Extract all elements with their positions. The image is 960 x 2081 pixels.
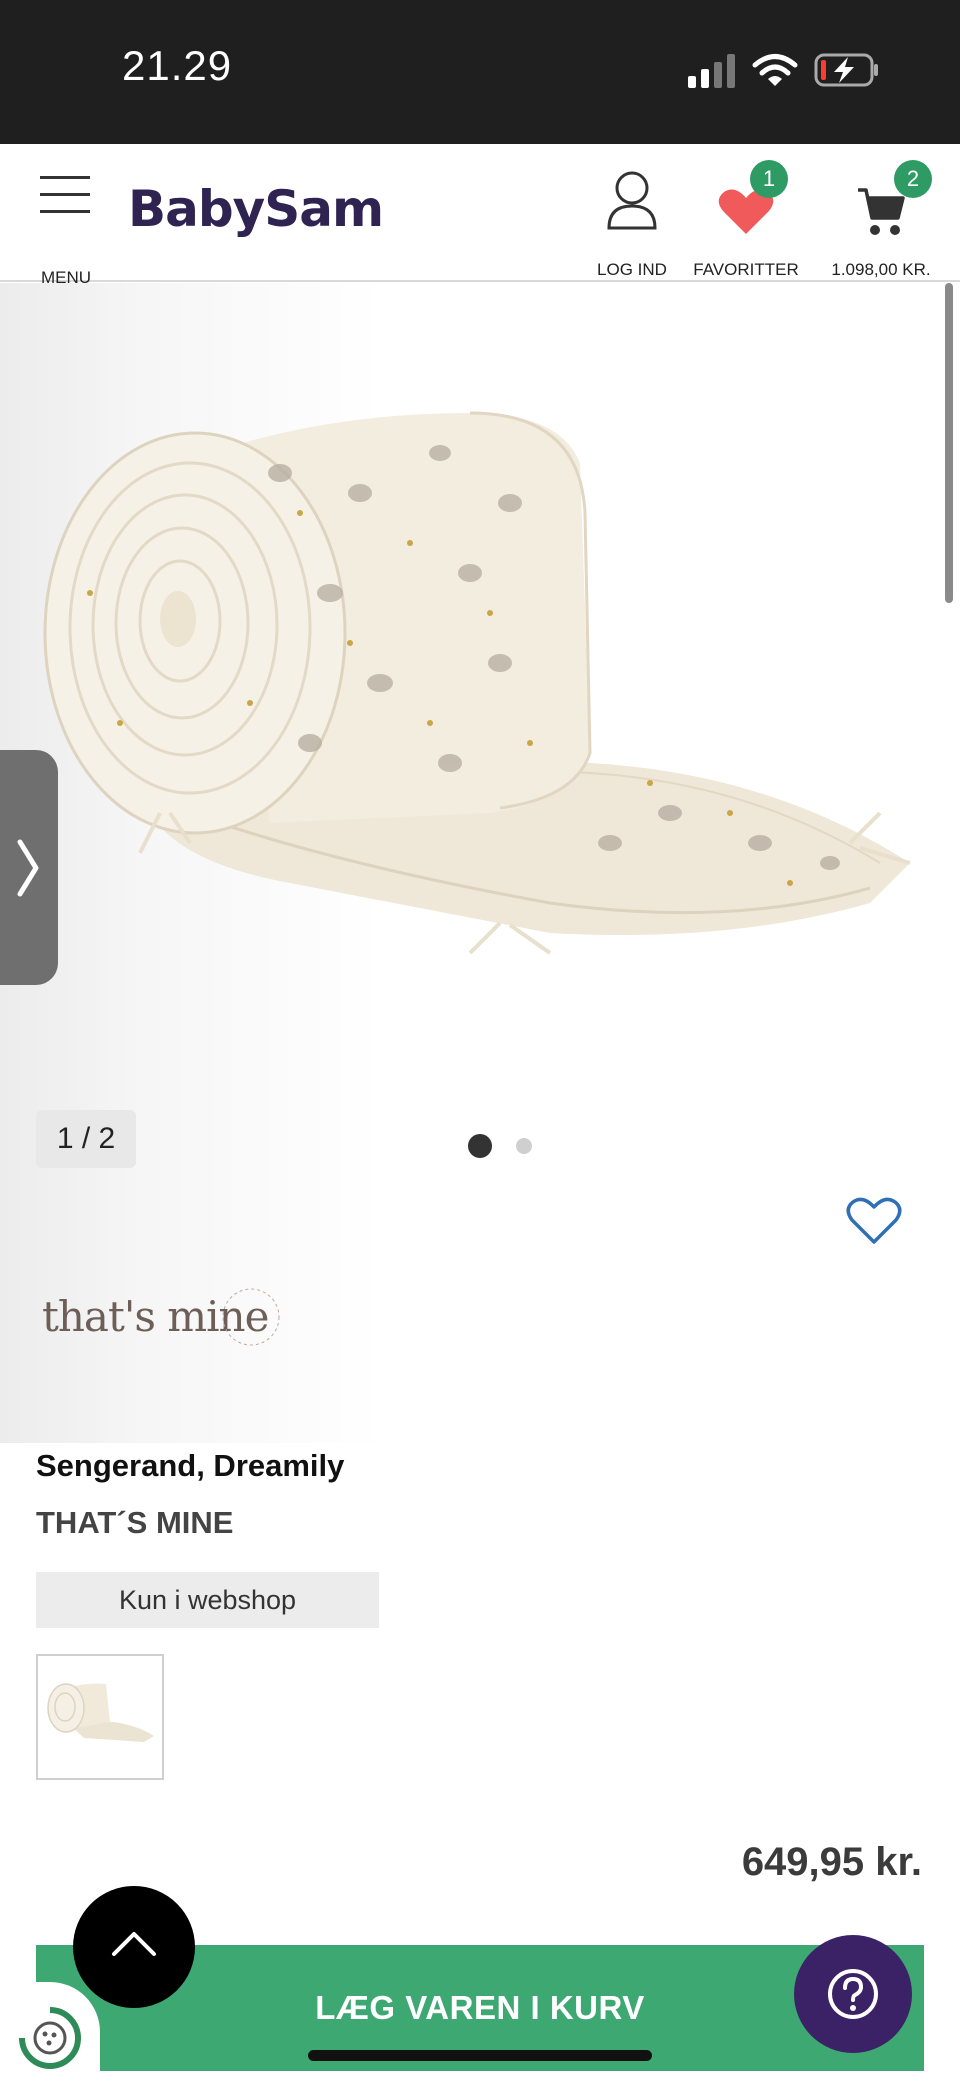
thumbnail-image <box>47 1683 154 1742</box>
favorites-button[interactable]: 1 FAVORITTER <box>688 160 804 279</box>
gallery-dot-1[interactable] <box>468 1134 492 1158</box>
eco-badge[interactable] <box>0 1982 100 2081</box>
product-brand[interactable]: THAT´S MINE <box>36 1505 233 1541</box>
chevron-up-icon <box>112 1932 156 1956</box>
availability-badge: Kun i webshop <box>36 1572 379 1628</box>
favorites-count-badge: 1 <box>750 160 788 198</box>
scroll-to-top-button[interactable] <box>73 1886 195 2008</box>
status-bar: 21.29 <box>0 0 960 144</box>
question-icon <box>828 1969 878 2019</box>
site-header: MENU BabySam LOG IND 1 FAVORITTER 2 1.09… <box>0 144 960 287</box>
product-thumbnail[interactable] <box>36 1654 164 1780</box>
hamburger-icon <box>40 176 90 213</box>
chevron-right-icon <box>17 839 39 897</box>
brand-logo[interactable]: that's mine <box>38 1276 288 1366</box>
product-price: 649,95 kr. <box>741 1840 922 1884</box>
favorites-label: FAVORITTER <box>693 260 799 279</box>
product-title: Sengerand, Dreamily <box>36 1448 345 1483</box>
wifi-icon <box>752 54 798 86</box>
babysam-logo[interactable]: BabySam <box>128 180 384 238</box>
image-counter: 1 / 2 <box>36 1110 136 1168</box>
page-scrollbar[interactable] <box>945 283 953 603</box>
cart-total: 1.098,00 KR. <box>831 260 931 279</box>
help-button[interactable] <box>794 1935 912 2053</box>
home-indicator <box>308 2050 652 2061</box>
signal-icon <box>688 54 735 88</box>
product-gallery[interactable]: 1 / 2 that's mine <box>0 283 960 1443</box>
menu-button[interactable]: MENU <box>30 174 100 287</box>
side-drawer-tab[interactable] <box>0 750 58 985</box>
gallery-dot-2[interactable] <box>516 1138 532 1154</box>
product-image[interactable] <box>30 343 930 963</box>
cart-icon <box>858 188 905 235</box>
cart-button[interactable]: 2 1.098,00 KR. <box>816 160 946 279</box>
status-time: 21.29 <box>122 42 233 89</box>
wishlist-heart-icon[interactable] <box>846 1196 902 1246</box>
eco-icon <box>19 2007 81 2069</box>
brand-logo-ring <box>222 1288 280 1346</box>
battery-charging-icon <box>814 53 878 87</box>
login-button[interactable]: LOG IND <box>588 164 676 279</box>
login-label: LOG IND <box>597 260 667 279</box>
user-icon <box>607 171 657 230</box>
cart-count-badge: 2 <box>894 160 932 198</box>
